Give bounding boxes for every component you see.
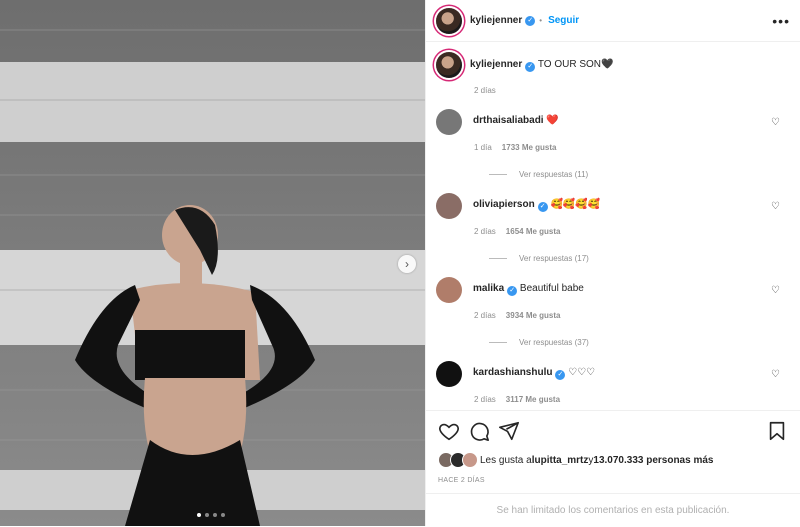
like-comment-heart-icon[interactable]: ♡ — [771, 285, 780, 296]
comments-list: kyliejenner ✓ TO OUR SON🖤 2 días drthaisa… — [426, 42, 800, 404]
post-time: HACE 2 DÍAS — [438, 477, 485, 484]
comment-likes[interactable]: 1733 Me gusta — [502, 143, 557, 152]
commenter-avatar[interactable] — [436, 193, 462, 219]
comment-time: 2 días — [474, 311, 496, 320]
post-header: kyliejenner ✓ • Seguir ••• — [426, 0, 800, 42]
author-username[interactable]: kyliejenner — [470, 15, 522, 26]
comment-item: oliviapierson ✓ 🥰🥰🥰🥰 ♡ 2 días 1654 Me gust… — [436, 193, 790, 263]
comment-likes[interactable]: 3934 Me gusta — [506, 311, 561, 320]
more-dots-icon[interactable]: ••• — [772, 13, 790, 29]
comment-text: 🥰🥰🥰🥰 — [550, 199, 601, 210]
comment-bubble-icon[interactable] — [468, 420, 490, 442]
comment-text: ♡♡♡ — [568, 367, 596, 378]
caption: kyliejenner ✓ TO OUR SON🖤 — [470, 58, 614, 72]
comment-likes[interactable]: 1654 Me gusta — [506, 227, 561, 236]
save-bookmark-icon[interactable] — [766, 420, 788, 442]
like-comment-heart-icon[interactable]: ♡ — [771, 117, 780, 128]
follow-button[interactable]: Seguir — [548, 15, 579, 26]
verified-badge-icon: ✓ — [537, 202, 548, 212]
likes-count[interactable]: 13.070.333 personas más — [593, 455, 713, 466]
carousel-dot — [221, 513, 225, 517]
like-heart-icon[interactable] — [438, 420, 460, 442]
post-image — [0, 0, 425, 526]
likes-summary: Les gusta a lupitta_mrtz y 13.070.333 pe… — [438, 452, 713, 468]
carousel-dot — [213, 513, 217, 517]
verified-badge-icon: ✓ — [507, 286, 518, 296]
commenter-avatar[interactable] — [436, 361, 462, 387]
comment-text: ❤️ — [546, 115, 559, 126]
next-image-button[interactable]: › — [398, 255, 416, 273]
carousel-dots — [197, 513, 225, 517]
post-photo[interactable]: › — [0, 0, 425, 526]
comments-limited-notice: Se han limitado los comentarios en esta … — [426, 493, 800, 527]
view-replies-button[interactable]: Ver respuestas (17) — [489, 254, 790, 263]
commenter-avatar[interactable] — [436, 109, 462, 135]
like-comment-heart-icon[interactable]: ♡ — [771, 369, 780, 380]
view-replies-button[interactable]: Ver respuestas (37) — [489, 338, 790, 347]
comment-item: malika ✓ Beautiful babe ♡ 2 días 3934 Me g… — [436, 277, 790, 347]
verified-badge-icon: ✓ — [555, 370, 566, 380]
comment-time: 2 días — [474, 227, 496, 236]
author-avatar[interactable] — [436, 52, 462, 78]
comment-text: Beautiful babe — [519, 283, 584, 294]
post-sidebar: kyliejenner ✓ • Seguir ••• kyliejenner ✓ … — [425, 0, 800, 526]
comment-item: drthaisaliabadi ❤️ ♡ 1 día 1733 Me gusta … — [436, 109, 790, 179]
caption-row: kyliejenner ✓ TO OUR SON🖤 — [436, 52, 790, 78]
comment-time: 1 día — [474, 143, 492, 152]
liker-username[interactable]: lupitta_mrtz — [532, 455, 589, 466]
comment-item: kardashianshulu ✓ ♡♡♡ ♡ 2 días 3117 Me gus… — [436, 361, 790, 404]
caption-time: 2 días — [474, 86, 496, 95]
caption-text: TO OUR SON🖤 — [537, 58, 614, 70]
comment-likes[interactable]: 3117 Me gusta — [506, 395, 560, 404]
post-actions-bar — [426, 410, 800, 450]
view-replies-button[interactable]: Ver respuestas (11) — [489, 170, 790, 179]
verified-badge-icon: ✓ — [525, 61, 536, 72]
verified-badge-icon: ✓ — [525, 15, 536, 26]
carousel-dot — [205, 513, 209, 517]
liker-avatars — [438, 452, 478, 468]
carousel-dot — [197, 513, 201, 517]
comment-time: 2 días — [474, 395, 496, 404]
author-avatar[interactable] — [436, 7, 462, 34]
commenter-avatar[interactable] — [436, 277, 462, 303]
share-paper-plane-icon[interactable] — [498, 420, 520, 442]
like-comment-heart-icon[interactable]: ♡ — [771, 201, 780, 212]
